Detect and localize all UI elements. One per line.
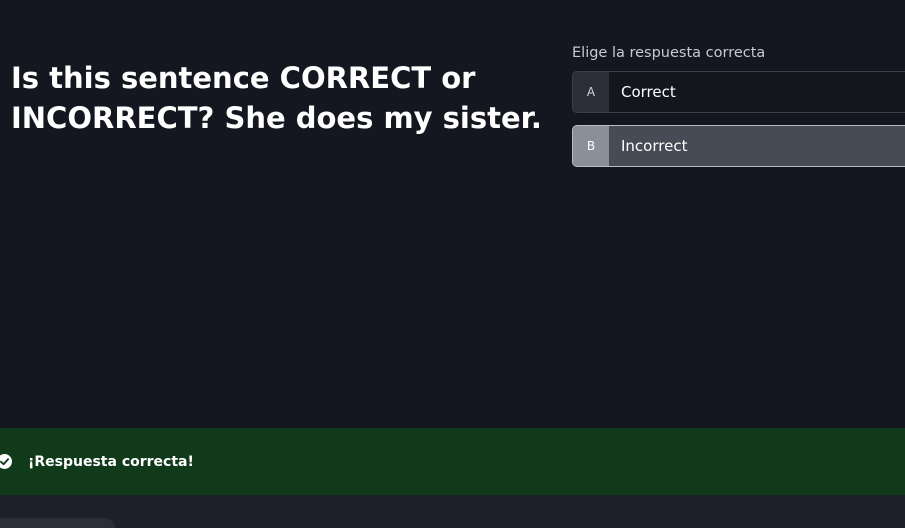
continue-button[interactable] bbox=[0, 518, 115, 528]
option-label-a: Correct bbox=[621, 83, 676, 101]
answer-option-a[interactable]: A Correct bbox=[572, 71, 905, 113]
quiz-page: Is this sentence CORRECT or INCORRECT? S… bbox=[0, 0, 905, 528]
answer-prompt: Elige la respuesta correcta bbox=[572, 45, 766, 61]
feedback-banner: ¡Respuesta correcta! bbox=[0, 428, 905, 495]
footer-bar bbox=[0, 495, 905, 528]
question-text: Is this sentence CORRECT or INCORRECT? S… bbox=[11, 61, 542, 135]
feedback-message: ¡Respuesta correcta! bbox=[28, 454, 194, 470]
option-label-b: Incorrect bbox=[621, 137, 688, 155]
option-letter-a: A bbox=[573, 72, 609, 112]
check-circle-icon bbox=[0, 454, 12, 469]
option-letter-b: B bbox=[573, 126, 609, 166]
answer-option-b[interactable]: B Incorrect bbox=[572, 125, 905, 167]
